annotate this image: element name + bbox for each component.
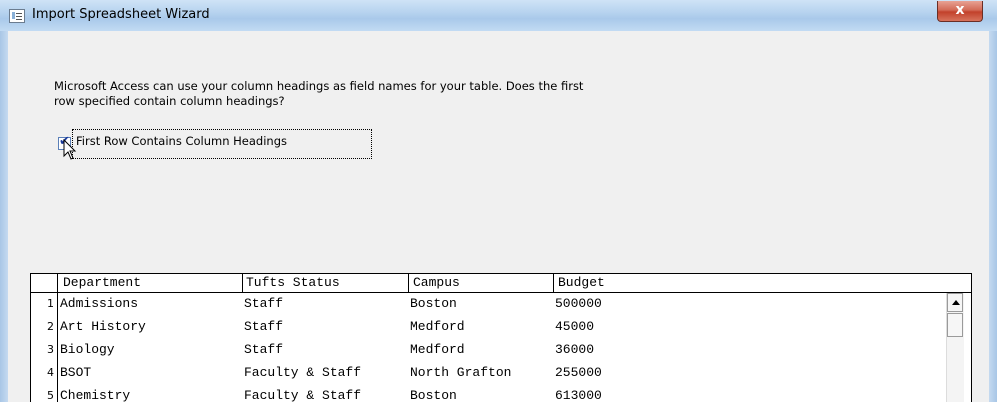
grid-cell: Medford (410, 342, 465, 357)
grid-cell: North Grafton (410, 365, 512, 380)
window-frame-right (989, 31, 997, 402)
grid-cell: Art History (60, 319, 146, 334)
grid-cell: 255000 (555, 365, 602, 380)
mouse-cursor-icon (63, 139, 77, 160)
column-header-budget[interactable]: Budget (558, 275, 605, 290)
grid-cell: 45000 (555, 319, 595, 334)
row-number: 2 (47, 320, 54, 333)
window-frame-left (0, 31, 8, 402)
column-headings-prompt: Microsoft Access can use your column hea… (54, 79, 674, 109)
grid-cell: Biology (60, 342, 115, 357)
grid-cell: Staff (244, 296, 284, 311)
preview-grid: Department Tufts Status Campus Budget 1 … (30, 273, 972, 402)
grid-cell: 500000 (555, 296, 602, 311)
column-header-campus[interactable]: Campus (413, 275, 460, 290)
grid-cell: Chemistry (60, 388, 131, 402)
row-number-column (31, 274, 58, 402)
scroll-up-button[interactable] (947, 293, 963, 312)
prompt-line-1: Microsoft Access can use your column hea… (54, 79, 584, 93)
column-header-tufts-status[interactable]: Tufts Status (246, 275, 340, 290)
row-number: 5 (47, 389, 54, 402)
grid-cell: 613000 (555, 388, 602, 402)
up-arrow-icon (952, 300, 960, 305)
spreadsheet-wizard-icon (9, 9, 25, 23)
grid-cell: Staff (244, 319, 284, 334)
row-number: 4 (47, 366, 54, 379)
grid-cell: BSOT (60, 365, 92, 380)
row-number: 3 (47, 343, 54, 356)
dialog-content: Microsoft Access can use your column hea… (8, 31, 989, 402)
row-number: 1 (47, 297, 54, 310)
grid-header-row: Department Tufts Status Campus Budget (31, 274, 971, 293)
window-title: Import Spreadsheet Wizard (32, 7, 210, 22)
grid-cell: Boston (410, 296, 457, 311)
close-button[interactable]: x (937, 1, 983, 22)
import-spreadsheet-wizard-window: Import Spreadsheet Wizard x Microsoft Ac… (0, 0, 997, 402)
grid-cell: Admissions (60, 296, 139, 311)
first-row-headings-label[interactable]: First Row Contains Column Headings (76, 134, 287, 148)
grid-cell: Faculty & Staff (244, 365, 362, 380)
prompt-line-2: row specified contain column headings? (54, 94, 285, 108)
grid-cell: 36000 (555, 342, 595, 357)
grid-cell: Boston (410, 388, 457, 402)
grid-cell: Staff (244, 342, 284, 357)
grid-cell: Faculty & Staff (244, 388, 362, 402)
title-bar[interactable]: Import Spreadsheet Wizard x (0, 0, 997, 31)
column-header-department[interactable]: Department (63, 275, 141, 290)
vertical-scrollbar[interactable] (946, 293, 964, 402)
scroll-thumb[interactable] (947, 313, 963, 337)
grid-cell: Medford (410, 319, 465, 334)
